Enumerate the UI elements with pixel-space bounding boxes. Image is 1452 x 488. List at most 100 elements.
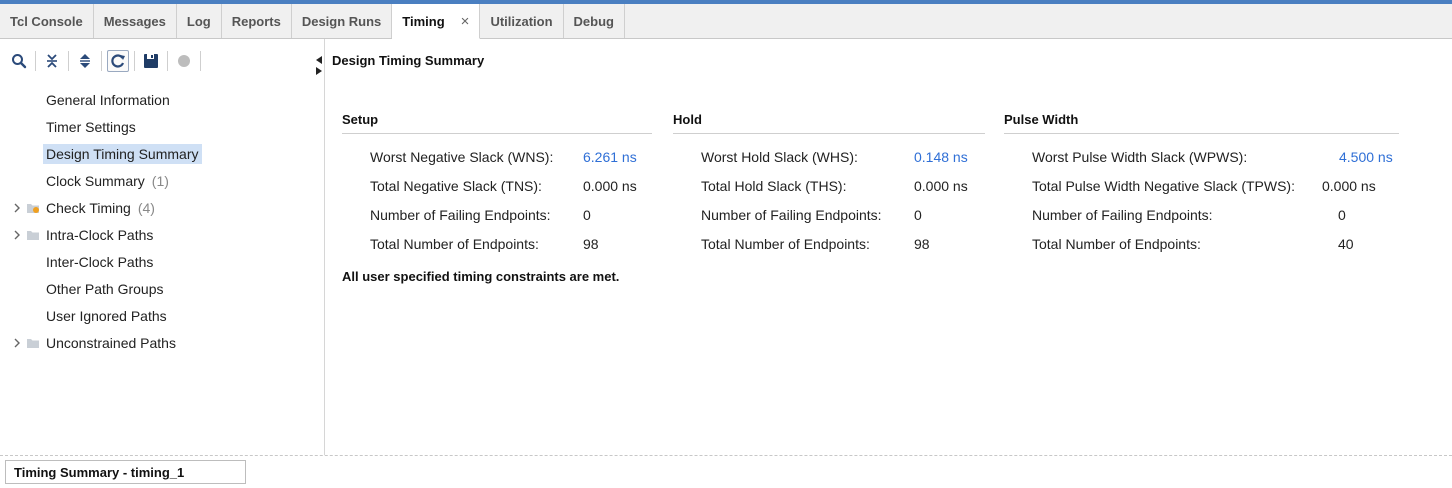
- setup-row-endpoints: Total Number of Endpoints: 98: [342, 229, 652, 258]
- wpws-value-link[interactable]: 4.500 ns: [1339, 149, 1393, 165]
- tree-item-label: Check Timing: [46, 199, 131, 216]
- metric-label: Number of Failing Endpoints:: [701, 206, 882, 223]
- metric-label: Total Negative Slack (TNS):: [370, 177, 542, 194]
- metric-value: 0: [583, 206, 591, 223]
- toolbar-separator: [35, 50, 36, 71]
- metric-label: Number of Failing Endpoints:: [1032, 206, 1213, 223]
- pane-collapse-icon[interactable]: [314, 54, 324, 78]
- tab-timing[interactable]: Timing ×: [392, 4, 481, 39]
- tree-item-clock-summary[interactable]: Clock Summary (1): [0, 167, 324, 194]
- tree-item-count: (4): [137, 199, 155, 216]
- report-navigator: General Information Timer Settings Desig…: [0, 39, 325, 455]
- timing-summary-panel: Design Timing Summary Setup Worst Negati…: [326, 39, 1452, 455]
- save-icon[interactable]: [140, 50, 162, 72]
- expand-all-icon[interactable]: [74, 50, 96, 72]
- setup-row-wns: Worst Negative Slack (WNS): 6.261 ns: [342, 142, 652, 171]
- setup-row-failing: Number of Failing Endpoints: 0: [342, 200, 652, 229]
- tab-utilization[interactable]: Utilization: [480, 4, 564, 38]
- pulse-width-section: Pulse Width Worst Pulse Width Slack (WPW…: [1004, 112, 1399, 258]
- tab-label: Design Runs: [301, 13, 382, 29]
- hold-title: Hold: [673, 112, 985, 134]
- tree-item-general-information[interactable]: General Information: [0, 86, 324, 113]
- report-tree: General Information Timer Settings Desig…: [0, 82, 324, 356]
- tree-item-other-path-groups[interactable]: Other Path Groups: [0, 275, 324, 302]
- metric-value: 98: [583, 235, 599, 252]
- metric-label: Total Number of Endpoints:: [1032, 235, 1201, 252]
- tab-log[interactable]: Log: [177, 4, 222, 38]
- whs-value-link[interactable]: 0.148 ns: [914, 149, 968, 165]
- setup-row-tns: Total Negative Slack (TNS): 0.000 ns: [342, 171, 652, 200]
- toolbar-separator: [200, 50, 201, 71]
- tab-label: Messages: [103, 13, 166, 29]
- tree-item-label: General Information: [46, 91, 170, 108]
- metric-label: Total Pulse Width Negative Slack (TPWS):: [1032, 177, 1295, 194]
- wns-value-link[interactable]: 6.261 ns: [583, 149, 637, 165]
- folder-icon: [26, 337, 40, 349]
- metric-label: Number of Failing Endpoints:: [370, 206, 551, 223]
- metric-value: 0.000 ns: [1322, 177, 1376, 194]
- tree-item-label: Clock Summary: [46, 172, 145, 189]
- tree-item-check-timing[interactable]: Check Timing (4): [0, 194, 324, 221]
- hold-row-failing: Number of Failing Endpoints: 0: [673, 200, 985, 229]
- close-icon[interactable]: ×: [461, 13, 470, 30]
- record-icon[interactable]: [173, 50, 195, 72]
- folder-icon: [26, 229, 40, 241]
- refresh-icon[interactable]: [107, 49, 129, 72]
- tree-item-timer-settings[interactable]: Timer Settings: [0, 113, 324, 140]
- bottom-tab-strip: Timing Summary - timing_1: [0, 455, 1452, 488]
- tab-timing-summary-result[interactable]: Timing Summary - timing_1: [5, 460, 246, 484]
- metric-value: 40: [1338, 235, 1354, 252]
- tree-item-label: Timer Settings: [46, 118, 136, 135]
- tree-item-intra-clock-paths[interactable]: Intra-Clock Paths: [0, 221, 324, 248]
- tree-item-label: Design Timing Summary: [43, 143, 202, 164]
- panel-tab-bar: Tcl Console Messages Log Reports Design …: [0, 4, 1452, 39]
- tree-item-count: (1): [151, 172, 169, 189]
- tab-design-runs[interactable]: Design Runs: [292, 4, 393, 38]
- tree-item-unconstrained-paths[interactable]: Unconstrained Paths: [0, 329, 324, 356]
- tab-reports[interactable]: Reports: [222, 4, 292, 38]
- metric-value: 0: [914, 206, 922, 223]
- metric-value: 98: [914, 235, 930, 252]
- metric-value: 0.000 ns: [914, 177, 968, 194]
- chevron-right-icon[interactable]: [10, 203, 24, 213]
- pulse-row-failing: Number of Failing Endpoints: 0: [1004, 200, 1399, 229]
- pulse-row-wpws: Worst Pulse Width Slack (WPWS): 4.500 ns: [1004, 142, 1399, 171]
- hold-section: Hold Worst Hold Slack (WHS): 0.148 ns To…: [673, 112, 985, 258]
- tab-label: Tcl Console: [10, 13, 83, 29]
- tab-label: Log: [186, 13, 211, 29]
- tab-label: Timing: [402, 13, 445, 29]
- collapse-all-icon[interactable]: [41, 50, 63, 72]
- metric-label: Worst Negative Slack (WNS):: [370, 148, 554, 165]
- toolbar-separator: [101, 50, 102, 71]
- metric-label: Total Number of Endpoints:: [701, 235, 870, 252]
- metric-label: Worst Pulse Width Slack (WPWS):: [1032, 148, 1248, 165]
- tab-debug[interactable]: Debug: [564, 4, 625, 38]
- tree-item-label: User Ignored Paths: [46, 307, 167, 324]
- setup-title: Setup: [342, 112, 652, 134]
- metric-value: 0: [1338, 206, 1346, 223]
- tree-item-design-timing-summary[interactable]: Design Timing Summary: [0, 140, 324, 167]
- page-title: Design Timing Summary: [332, 53, 485, 68]
- constraints-status-message: All user specified timing constraints ar…: [342, 269, 620, 284]
- navigator-toolbar: [0, 39, 324, 82]
- folder-warning-icon: [26, 202, 40, 214]
- toolbar-separator: [134, 50, 135, 71]
- search-icon[interactable]: [8, 50, 30, 72]
- tab-label: Debug: [573, 13, 614, 29]
- tree-item-user-ignored-paths[interactable]: User Ignored Paths: [0, 302, 324, 329]
- toolbar-separator: [68, 50, 69, 71]
- tab-messages[interactable]: Messages: [94, 4, 177, 38]
- metric-label: Total Hold Slack (THS):: [701, 177, 847, 194]
- tab-tcl-console[interactable]: Tcl Console: [0, 4, 94, 38]
- pulse-width-title: Pulse Width: [1004, 112, 1399, 134]
- setup-section: Setup Worst Negative Slack (WNS): 6.261 …: [342, 112, 652, 258]
- pulse-row-endpoints: Total Number of Endpoints: 40: [1004, 229, 1399, 258]
- tab-label: Utilization: [490, 13, 553, 29]
- tree-item-inter-clock-paths[interactable]: Inter-Clock Paths: [0, 248, 324, 275]
- hold-row-ths: Total Hold Slack (THS): 0.000 ns: [673, 171, 985, 200]
- chevron-right-icon[interactable]: [10, 230, 24, 240]
- metric-value: 0.000 ns: [583, 177, 637, 194]
- chevron-right-icon[interactable]: [10, 338, 24, 348]
- metric-label: Total Number of Endpoints:: [370, 235, 539, 252]
- hold-row-endpoints: Total Number of Endpoints: 98: [673, 229, 985, 258]
